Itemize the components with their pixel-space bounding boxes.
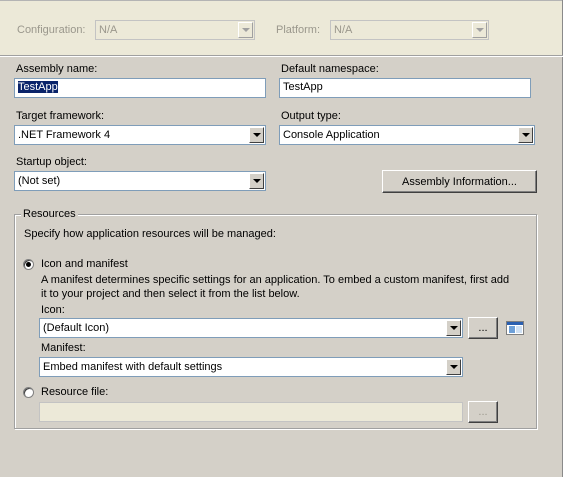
output-type-label: Output type: — [281, 110, 341, 122]
icon-label: Icon: — [41, 304, 65, 316]
platform-label: Platform: — [276, 24, 321, 36]
target-framework-value: .NET Framework 4 — [18, 129, 111, 141]
resource-file-input — [39, 402, 463, 422]
icon-preview-pane — [516, 326, 522, 333]
header-separator-highlight — [0, 56, 563, 57]
configuration-label: Configuration: — [17, 24, 86, 36]
target-framework-dropdown[interactable]: .NET Framework 4 — [14, 125, 266, 145]
icon-manifest-radio[interactable] — [23, 259, 34, 270]
icon-manifest-label[interactable]: Icon and manifest — [41, 258, 128, 270]
manifest-dropdown[interactable]: Embed manifest with default settings — [39, 357, 463, 377]
dropdown-arrow-icon — [238, 22, 253, 38]
assembly-name-value: TestApp — [18, 81, 58, 93]
resource-file-label[interactable]: Resource file: — [41, 386, 108, 398]
resource-file-radio[interactable] — [23, 387, 34, 398]
default-namespace-label: Default namespace: — [281, 63, 379, 75]
assembly-name-label: Assembly name: — [16, 63, 98, 75]
manifest-help-line1: A manifest determines specific settings … — [41, 274, 510, 286]
app-icon-preview — [506, 321, 524, 335]
startup-object-value: (Not set) — [18, 175, 61, 187]
dropdown-arrow-icon[interactable] — [446, 359, 461, 375]
icon-preview-pane — [509, 326, 515, 333]
icon-value: (Default Icon) — [43, 322, 110, 334]
configuration-dropdown: N/A — [95, 20, 255, 40]
manifest-value: Embed manifest with default settings — [43, 361, 223, 373]
manifest-help-line2: it to your project and then select it fr… — [41, 288, 300, 300]
top-border — [0, 0, 563, 1]
output-type-dropdown[interactable]: Console Application — [279, 125, 535, 145]
platform-value: N/A — [334, 24, 353, 36]
dropdown-arrow-icon[interactable] — [518, 127, 533, 143]
assembly-name-input[interactable]: TestApp — [14, 78, 266, 98]
dropdown-arrow-icon[interactable] — [249, 173, 264, 189]
startup-object-label: Startup object: — [16, 156, 87, 168]
assembly-information-button[interactable]: Assembly Information... — [382, 170, 537, 193]
icon-browse-button[interactable]: ... — [468, 317, 498, 339]
manifest-label: Manifest: — [41, 342, 86, 354]
dropdown-arrow-icon — [472, 22, 487, 38]
icon-dropdown[interactable]: (Default Icon) — [39, 318, 463, 338]
default-namespace-input[interactable]: TestApp — [279, 78, 531, 98]
resources-group-title: Resources — [21, 208, 78, 220]
icon-preview-titlebar — [507, 322, 523, 325]
resources-description: Specify how application resources will b… — [24, 228, 276, 240]
platform-dropdown: N/A — [330, 20, 489, 40]
dropdown-arrow-icon[interactable] — [249, 127, 264, 143]
output-type-value: Console Application — [283, 129, 380, 141]
target-framework-label: Target framework: — [16, 110, 105, 122]
dropdown-arrow-icon[interactable] — [446, 320, 461, 336]
configuration-value: N/A — [99, 24, 118, 36]
resource-file-browse-button: ... — [468, 401, 498, 423]
startup-object-dropdown[interactable]: (Not set) — [14, 171, 266, 191]
